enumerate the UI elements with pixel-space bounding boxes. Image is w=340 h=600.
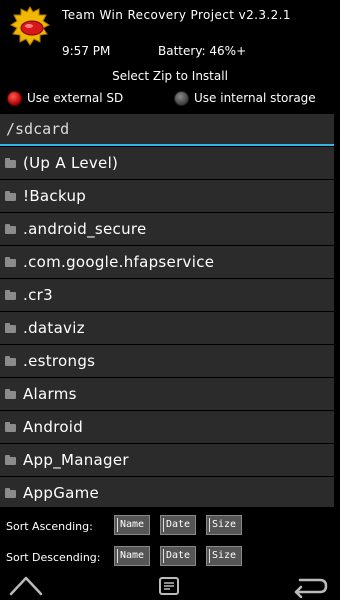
sort-descending-size-button[interactable]: Size	[206, 546, 242, 566]
current-path: /sdcard	[6, 120, 70, 138]
folder-icon	[5, 356, 16, 366]
file-name: Android	[23, 418, 84, 436]
sort-descending-date-button[interactable]: Date	[160, 546, 196, 566]
file-name: App_Manager	[23, 451, 129, 469]
app-title: Team Win Recovery Project v2.3.2.1	[62, 8, 291, 22]
console-icon[interactable]	[158, 572, 180, 598]
file-name: .estrongs	[23, 352, 96, 370]
list-item[interactable]: !Backup	[0, 180, 334, 212]
file-name: AppGame	[23, 484, 100, 502]
list-item[interactable]: Alarms	[0, 378, 334, 410]
home-icon[interactable]	[8, 572, 44, 598]
list-item-up-a-level[interactable]: (Up A Level)	[0, 147, 334, 179]
sort-descending-name-button[interactable]: Name	[114, 546, 150, 566]
sort-ascending-name-button[interactable]: Name	[114, 515, 150, 535]
list-item[interactable]: Android	[0, 411, 334, 443]
clock: 9:57 PM	[62, 44, 111, 58]
twrp-logo-icon	[10, 6, 50, 46]
folder-icon	[5, 488, 16, 498]
sort-ascending-label: Sort Ascending:	[6, 520, 93, 533]
scrollbar[interactable]	[335, 147, 340, 507]
list-item[interactable]: .estrongs	[0, 345, 334, 377]
navigation-bar	[0, 570, 340, 600]
folder-icon	[5, 323, 16, 333]
radio-selected-icon	[7, 90, 22, 106]
file-list[interactable]: (Up A Level) !Backup .android_secure .co…	[0, 147, 334, 507]
sort-ascending-size-button[interactable]: Size	[206, 515, 242, 535]
list-item[interactable]: .cr3	[0, 279, 334, 311]
folder-icon	[5, 290, 16, 300]
use-internal-storage-option[interactable]: Use internal storage	[174, 88, 316, 108]
list-item[interactable]: .android_secure	[0, 213, 334, 245]
file-name: !Backup	[23, 187, 87, 205]
file-name: .cr3	[23, 286, 53, 304]
current-path-bar: /sdcard	[0, 114, 334, 146]
file-name: .com.google.hfapservice	[23, 253, 215, 271]
folder-icon	[5, 158, 16, 168]
use-external-sd-option[interactable]: Use external SD	[7, 88, 123, 108]
internal-storage-label: Use internal storage	[194, 91, 316, 105]
list-item[interactable]: .dataviz	[0, 312, 334, 344]
list-item[interactable]: .com.google.hfapservice	[0, 246, 334, 278]
folder-icon	[5, 455, 16, 465]
radio-unselected-icon	[174, 90, 189, 106]
folder-icon	[5, 191, 16, 201]
back-icon[interactable]	[290, 572, 330, 598]
list-item[interactable]: App_Manager	[0, 444, 334, 476]
list-item[interactable]: AppGame	[0, 477, 334, 507]
page-title: Select Zip to Install	[112, 69, 228, 83]
file-name: (Up A Level)	[23, 154, 119, 172]
battery-status: Battery: 46%+	[158, 44, 247, 58]
sort-descending-label: Sort Descending:	[6, 551, 101, 564]
external-sd-label: Use external SD	[27, 91, 124, 105]
header-bar: Team Win Recovery Project v2.3.2.1 9:57 …	[0, 0, 340, 64]
file-name: Alarms	[23, 385, 77, 403]
folder-icon	[5, 257, 16, 267]
folder-icon	[5, 389, 16, 399]
file-name: .dataviz	[23, 319, 85, 337]
file-name: .android_secure	[23, 220, 147, 238]
folder-icon	[5, 224, 16, 234]
sort-ascending-date-button[interactable]: Date	[160, 515, 196, 535]
folder-icon	[5, 422, 16, 432]
